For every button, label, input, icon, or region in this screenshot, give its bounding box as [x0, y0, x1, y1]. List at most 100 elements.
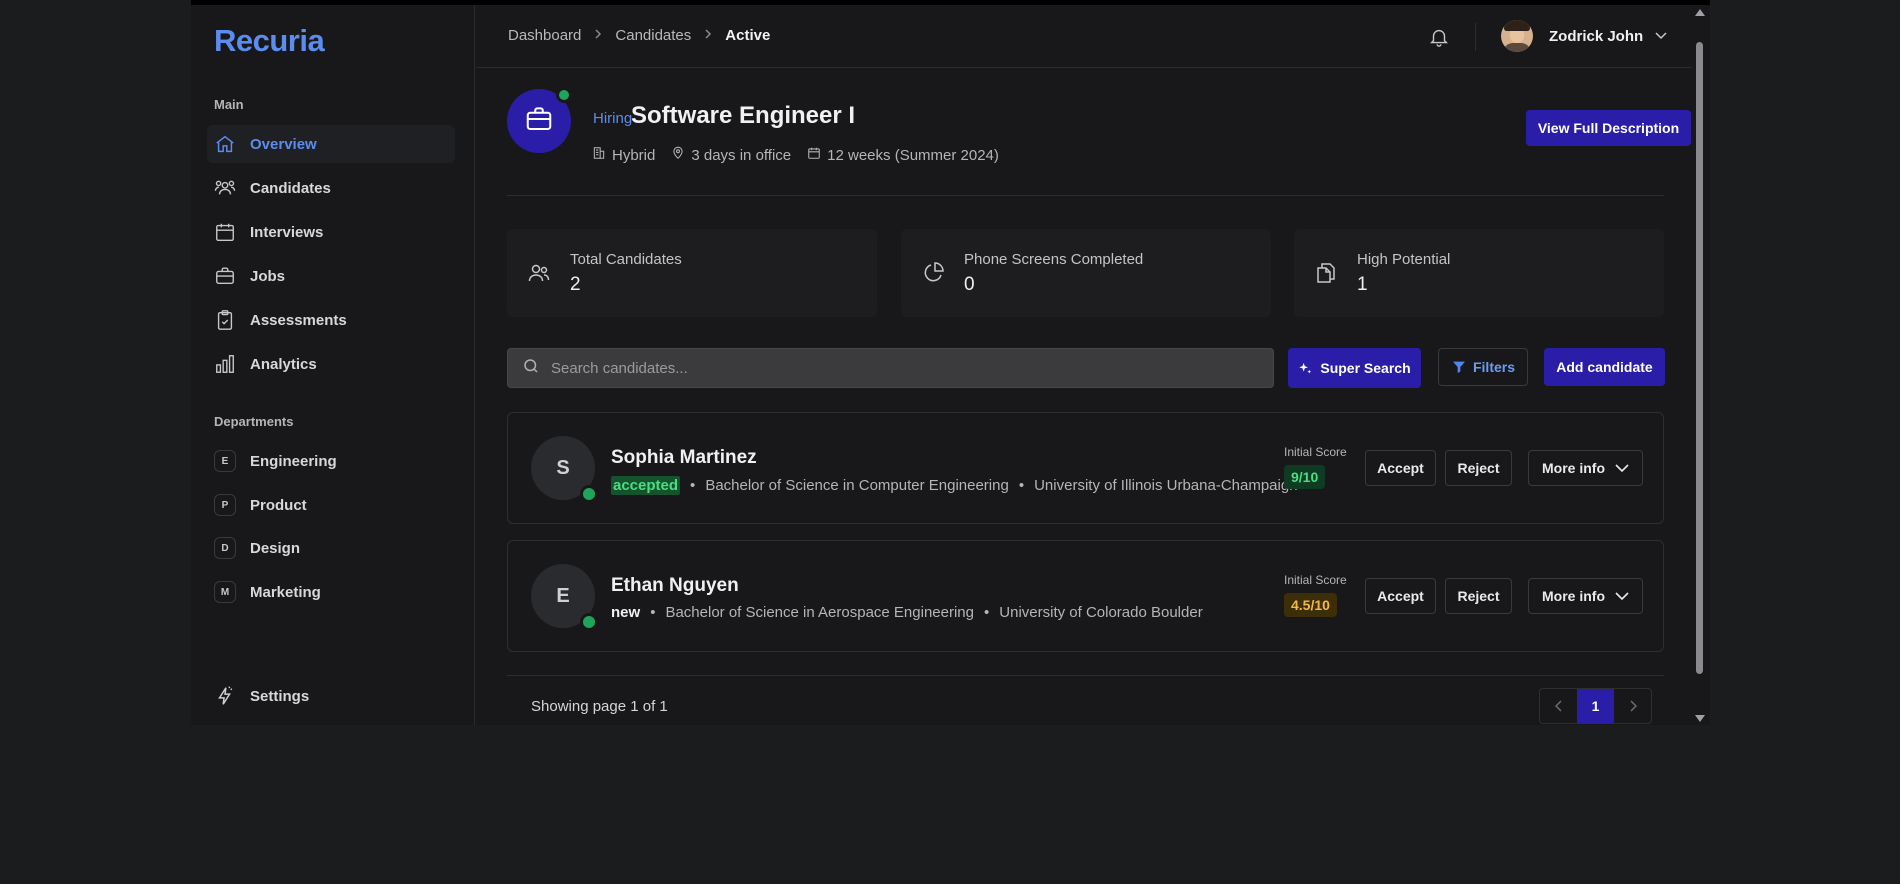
department-badge: P	[214, 494, 236, 516]
sidebar-item-label: Design	[250, 539, 301, 557]
sidebar-item-label: Settings	[250, 687, 310, 705]
score-badge: 9/10	[1284, 465, 1326, 489]
candidate-meta: new • Bachelor of Science in Aerospace E…	[611, 604, 1203, 621]
candidate-name[interactable]: Ethan Nguyen	[611, 575, 739, 597]
more-info-button[interactable]: More info	[1528, 578, 1643, 614]
users-icon	[214, 177, 236, 199]
calendar-icon	[214, 221, 236, 243]
page-title: Software Engineer I	[631, 102, 856, 129]
scroll-up-arrow[interactable]	[1695, 9, 1705, 16]
reject-button[interactable]: Reject	[1445, 450, 1512, 486]
add-candidate-button[interactable]: Add candidate	[1544, 348, 1665, 386]
chevron-down-icon	[1615, 463, 1629, 473]
briefcase-icon	[524, 104, 554, 139]
chevron-left-icon	[1554, 700, 1563, 712]
bar-chart-icon	[214, 353, 236, 375]
sidebar-item-assessments[interactable]: Assessments	[207, 301, 455, 339]
status-badge: Hiring	[593, 110, 633, 127]
sidebar-item-design[interactable]: D Design	[207, 529, 455, 567]
candidate-card[interactable]: S Sophia Martinez accepted • Bachelor of…	[507, 412, 1664, 524]
sidebar-item-interviews[interactable]: Interviews	[207, 213, 455, 251]
filter-icon	[1451, 359, 1467, 375]
office-days: 3 days in office	[671, 146, 791, 164]
reject-button[interactable]: Reject	[1445, 578, 1512, 614]
sidebar-item-label: Analytics	[250, 355, 317, 373]
candidate-card[interactable]: E Ethan Nguyen new • Bachelor of Science…	[507, 540, 1664, 652]
breadcrumb-candidates[interactable]: Candidates	[615, 27, 691, 44]
candidate-university: University of Colorado Boulder	[999, 604, 1203, 621]
more-info-button[interactable]: More info	[1528, 450, 1643, 486]
pagination: 1	[1539, 688, 1652, 724]
sidebar-item-overview[interactable]: Overview	[207, 125, 455, 163]
chevron-down-icon	[1615, 591, 1629, 601]
status-dot	[556, 87, 572, 103]
candidate-meta: accepted • Bachelor of Science in Comput…	[611, 476, 1298, 495]
candidate-degree: Bachelor of Science in Aerospace Enginee…	[665, 604, 974, 621]
candidate-degree: Bachelor of Science in Computer Engineer…	[705, 477, 1009, 494]
accept-button[interactable]: Accept	[1365, 450, 1436, 486]
sidebar-item-engineering[interactable]: E Engineering	[207, 442, 455, 480]
department-badge: E	[214, 450, 236, 472]
sidebar-item-marketing[interactable]: M Marketing	[207, 573, 455, 611]
stat-label: Phone Screens Completed	[964, 251, 1144, 268]
sidebar-item-label: Engineering	[250, 452, 337, 470]
view-full-description-button[interactable]: View Full Description	[1526, 110, 1691, 146]
home-icon	[214, 133, 236, 155]
app-logo[interactable]: Recuria	[214, 23, 325, 59]
briefcase-icon	[214, 265, 236, 287]
accept-button[interactable]: Accept	[1365, 578, 1436, 614]
stat-label: High Potential	[1357, 251, 1451, 268]
chevron-right-icon	[703, 27, 713, 44]
stat-value: 0	[964, 274, 975, 295]
stat-value: 2	[570, 274, 581, 295]
map-pin-icon	[671, 146, 691, 164]
stat-card-high-potential: High Potential 1	[1294, 229, 1664, 317]
chevron-down-icon	[1655, 27, 1667, 45]
top-bar: Dashboard Candidates Active Zodrick John	[476, 5, 1692, 68]
department-badge: M	[214, 581, 236, 603]
breadcrumb-current: Active	[725, 27, 771, 44]
sidebar: Recuria Main Overview Candidates Intervi…	[191, 5, 475, 725]
prev-page-button[interactable]	[1540, 689, 1577, 723]
calendar-icon	[807, 146, 827, 164]
building-icon	[592, 146, 612, 164]
search-icon	[508, 357, 551, 380]
pagination-status: Showing page 1 of 1	[531, 698, 668, 715]
breadcrumb-dashboard[interactable]: Dashboard	[508, 27, 581, 44]
work-mode: Hybrid	[592, 146, 655, 164]
main-content: Dashboard Candidates Active Zodrick John	[476, 5, 1692, 725]
sidebar-item-product[interactable]: P Product	[207, 486, 455, 524]
score-badge: 4.5/10	[1284, 593, 1337, 617]
divider	[1475, 23, 1476, 51]
stat-label: Total Candidates	[570, 251, 682, 268]
user-menu[interactable]: Zodrick John	[1501, 20, 1667, 52]
sparkles-icon	[1298, 361, 1313, 376]
sidebar-item-label: Overview	[250, 135, 317, 153]
sidebar-item-settings[interactable]: Settings	[207, 677, 455, 715]
app-window: Recuria Main Overview Candidates Intervi…	[191, 0, 1710, 725]
filters-button[interactable]: Filters	[1438, 348, 1528, 386]
candidate-name[interactable]: Sophia Martinez	[611, 447, 757, 469]
avatar	[1501, 20, 1533, 52]
super-search-button[interactable]: Super Search	[1288, 348, 1421, 388]
score-label: Initial Score	[1284, 445, 1347, 459]
scrollbar[interactable]	[1692, 5, 1710, 725]
clipboard-check-icon	[214, 309, 236, 331]
scrollbar-thumb[interactable]	[1696, 42, 1703, 674]
departments-section-label: Departments	[214, 414, 294, 429]
bell-icon[interactable]	[1428, 26, 1450, 53]
candidate-university: University of Illinois Urbana-Champaign	[1034, 477, 1298, 494]
status-badge: new	[611, 604, 641, 621]
main-section-label: Main	[214, 97, 244, 112]
page-button-current[interactable]: 1	[1577, 689, 1614, 723]
sidebar-item-analytics[interactable]: Analytics	[207, 345, 455, 383]
duration: 12 weeks (Summer 2024)	[807, 146, 999, 164]
sidebar-item-jobs[interactable]: Jobs	[207, 257, 455, 295]
stat-card-total-candidates: Total Candidates 2	[507, 229, 877, 317]
next-page-button[interactable]	[1614, 689, 1651, 723]
search-input[interactable]	[551, 359, 1251, 377]
sidebar-item-label: Marketing	[250, 583, 321, 601]
scroll-down-arrow[interactable]	[1695, 715, 1705, 722]
divider	[507, 675, 1664, 676]
sidebar-item-candidates[interactable]: Candidates	[207, 169, 455, 207]
